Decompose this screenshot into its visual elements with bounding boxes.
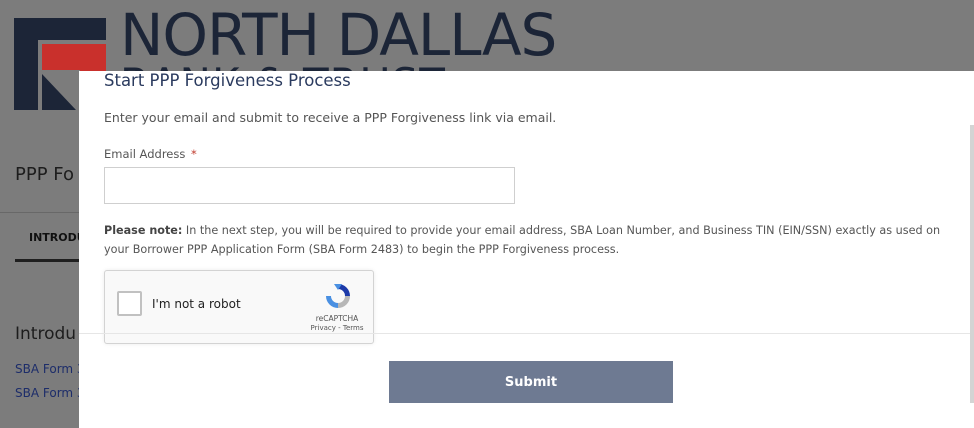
recaptcha-checkbox[interactable] [117, 291, 142, 316]
email-label-text: Email Address [104, 147, 186, 161]
email-field[interactable] [104, 167, 515, 204]
modal-footer-divider [79, 333, 974, 334]
note-prefix: Please note: [104, 224, 183, 237]
recaptcha-icon [326, 284, 350, 308]
recaptcha-privacy-terms[interactable]: Privacy - Terms [305, 324, 369, 332]
recaptcha-brand: reCAPTCHA [315, 314, 359, 323]
page-title: PPP Fo [15, 164, 75, 185]
modal-scrollbar[interactable] [970, 125, 974, 403]
modal-description: Enter your email and submit to receive a… [104, 110, 557, 125]
note-body: In the next step, you will be required t… [104, 224, 941, 256]
tab-introduction[interactable]: INTRODU [29, 231, 86, 244]
section-heading: Introdu [15, 324, 77, 344]
recaptcha-label: I'm not a robot [152, 297, 241, 311]
sba-form-link[interactable]: SBA Form 3 [15, 362, 85, 376]
please-note-text: Please note: In the next step, you will … [104, 221, 954, 259]
submit-button[interactable]: Submit [389, 361, 673, 403]
ppp-forgiveness-modal: Start PPP Forgiveness Process Enter your… [79, 71, 974, 428]
required-marker: * [191, 147, 197, 161]
modal-title: Start PPP Forgiveness Process [104, 71, 351, 90]
active-tab-indicator [15, 259, 80, 262]
email-label: Email Address * [104, 147, 197, 161]
sba-form-link[interactable]: SBA Form 3 [15, 386, 85, 400]
divider [0, 212, 80, 213]
